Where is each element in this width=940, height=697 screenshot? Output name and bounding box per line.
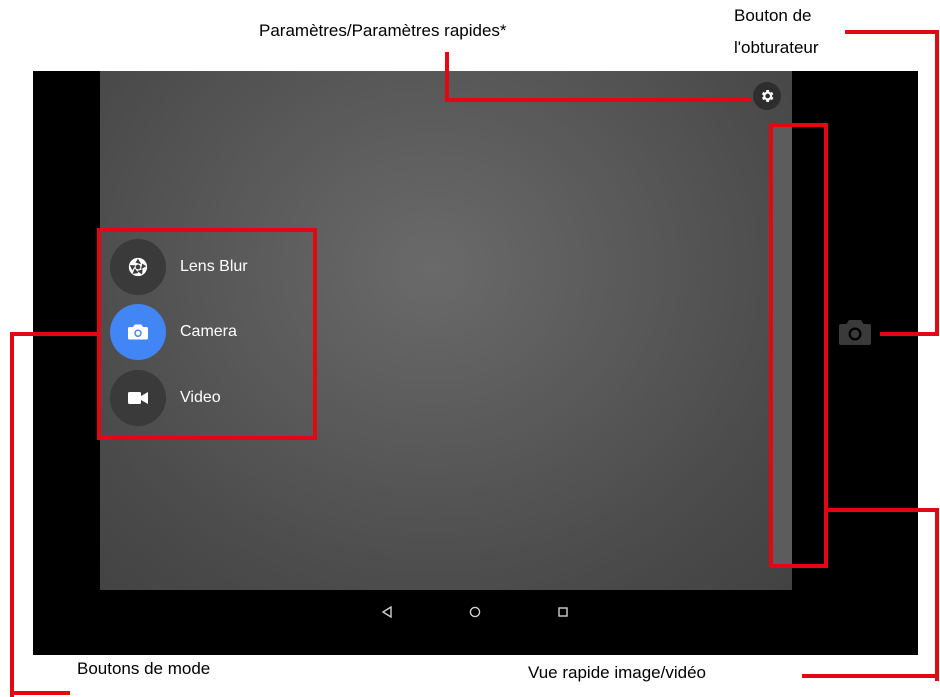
shutter-leader-vertical [935, 30, 939, 336]
home-icon [469, 606, 481, 618]
quickview-annotation: Vue rapide image/vidéo [528, 663, 706, 682]
modes-leader-vertical [10, 332, 14, 697]
modes-leader-horizontal [10, 332, 100, 336]
quickview-highlight-box [769, 123, 828, 568]
shutter-annotation-line2: l'obturateur [734, 38, 819, 57]
settings-leader-vertical [445, 52, 449, 102]
quickview-leader-bottom [802, 674, 939, 678]
modes-leader-bottom [10, 691, 70, 695]
gear-icon [761, 90, 774, 102]
shutter-leader-top [845, 30, 939, 34]
shutter-leader-bottom [880, 332, 939, 336]
shutter-button[interactable] [838, 317, 872, 347]
settings-leader-horizontal [445, 98, 751, 102]
settings-button[interactable] [753, 82, 781, 110]
modes-annotation: Boutons de mode [77, 659, 211, 678]
shutter-annotation-line1: Bouton de [734, 6, 812, 25]
back-icon [381, 606, 392, 618]
quickview-leader-horizontal [828, 508, 939, 512]
modes-highlight-box [97, 228, 317, 440]
back-button[interactable] [377, 602, 397, 622]
camera-icon [839, 320, 871, 345]
settings-annotation: Paramètres/Paramètres rapides* [259, 21, 507, 40]
quickview-leader-vertical [935, 508, 939, 681]
recents-icon [558, 607, 568, 617]
recents-button[interactable] [553, 602, 573, 622]
home-button[interactable] [465, 602, 485, 622]
